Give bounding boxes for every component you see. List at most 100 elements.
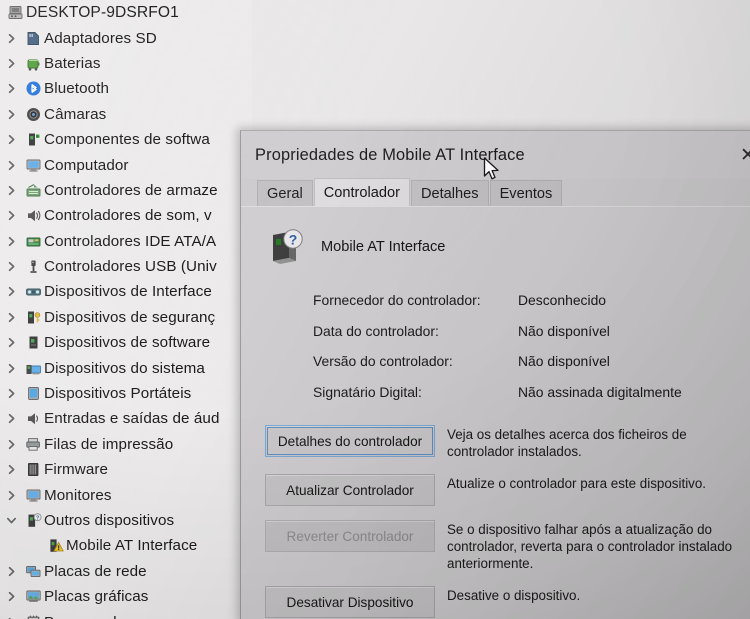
detalhes-do-controlador-button[interactable]: Detalhes do controlador xyxy=(265,425,435,457)
tree-item-placas-de-rede[interactable]: Placas de rede xyxy=(0,559,252,584)
chevron-right-icon[interactable] xyxy=(0,236,22,247)
chevron-right-icon[interactable] xyxy=(0,363,22,374)
unknown-device-icon: ? xyxy=(263,225,307,269)
action-row: Desativar Dispositivo Desative o disposit… xyxy=(265,586,750,618)
chevron-down-icon[interactable] xyxy=(0,515,22,526)
chevron-right-icon[interactable] xyxy=(0,160,22,171)
tree-item-firmware[interactable]: Firmware xyxy=(0,457,252,482)
tree-item-c-maras[interactable]: Câmaras xyxy=(0,102,252,127)
tree-item-componentes-de-softwa[interactable]: Componentes de softwa xyxy=(0,127,252,152)
tab-controlador[interactable]: Controlador xyxy=(313,178,410,206)
tree-item-controladores-de-som-v[interactable]: Controladores de som, v xyxy=(0,203,252,228)
tree-item-list: Adaptadores SD Baterias Bluetooth Câmaras Co… xyxy=(0,25,252,619)
tree-item-label: Processadores xyxy=(44,614,147,619)
tab-detalhes[interactable]: Detalhes xyxy=(410,180,489,206)
tree-item-label: Bluetooth xyxy=(44,80,110,98)
device-header: ? Mobile AT Interface xyxy=(241,207,750,269)
processor-icon xyxy=(22,614,44,619)
chevron-right-icon[interactable] xyxy=(0,83,22,94)
svg-text:?: ? xyxy=(289,232,298,248)
tree-item-label: Outros dispositivos xyxy=(44,512,175,529)
tree-item-placas-gr-ficas[interactable]: Placas gráficas xyxy=(0,584,252,609)
sound-icon xyxy=(22,207,44,224)
tree-item-label: Câmaras xyxy=(44,105,107,123)
atualizar-controlador-button[interactable]: Atualizar Controlador xyxy=(265,474,435,506)
tree-item-label: Dispositivos de software xyxy=(44,334,211,352)
tab-geral[interactable]: Geral xyxy=(257,180,313,206)
chevron-right-icon[interactable] xyxy=(0,464,22,475)
tree-item-controladores-usb-univ[interactable]: Controladores USB (Univ xyxy=(0,254,252,279)
tree-item-monitores[interactable]: Monitores xyxy=(0,482,252,507)
property-row: Signatário Digital: Não assinada digitalm… xyxy=(313,377,750,408)
warning-device-icon xyxy=(44,537,66,554)
chevron-right-icon[interactable] xyxy=(0,413,22,424)
chevron-right-icon[interactable] xyxy=(0,210,22,221)
chevron-right-icon[interactable] xyxy=(0,185,22,196)
tree-root-label: DESKTOP-9DSRFO1 xyxy=(26,3,179,21)
print-queue-icon xyxy=(22,436,44,453)
software-device-icon xyxy=(22,334,44,351)
tree-item-processadores[interactable]: Processadores xyxy=(0,609,252,619)
portable-device-icon xyxy=(22,385,44,402)
storage-controller-icon xyxy=(22,182,44,199)
desativar-dispositivo-button[interactable]: Desativar Dispositivo xyxy=(265,586,435,618)
dialog-tabs: Geral Controlador Detalhes Eventos xyxy=(241,178,750,206)
tree-item-controladores-de-armaze[interactable]: Controladores de armaze xyxy=(0,178,252,203)
tree-item-dispositivos-port-teis[interactable]: Dispositivos Portáteis xyxy=(0,381,252,406)
chevron-right-icon[interactable] xyxy=(0,337,22,348)
tree-item-computador[interactable]: Computador xyxy=(0,152,252,177)
chevron-right-icon[interactable] xyxy=(0,566,22,577)
property-value: Desconhecido xyxy=(518,292,607,309)
chevron-right-icon[interactable] xyxy=(0,388,22,399)
tab-eventos[interactable]: Eventos xyxy=(489,180,563,206)
chevron-right-icon[interactable] xyxy=(0,33,22,44)
tree-item-label: Dispositivos do sistema xyxy=(44,359,205,377)
tree-item-controladores-ide-ata-a[interactable]: Controladores IDE ATA/A xyxy=(0,229,252,254)
tree-item-dispositivos-do-sistema[interactable]: Dispositivos do sistema xyxy=(0,355,252,380)
tree-item-dispositivos-de-software[interactable]: Dispositivos de software xyxy=(0,330,252,355)
tree-item-dispositivos-de-seguran[interactable]: Dispositivos de seguranç xyxy=(0,305,252,330)
tree-item-dispositivos-de-interface[interactable]: Dispositivos de Interface xyxy=(0,279,252,304)
property-label: Data do controlador: xyxy=(313,322,439,339)
tree-item-label: Mobile AT Interface xyxy=(66,537,198,555)
chevron-right-icon[interactable] xyxy=(0,490,22,501)
tree-item-label: Controladores de armaze xyxy=(44,181,218,199)
action-description: Veja os detalhes acerca dos ficheiros de… xyxy=(447,427,687,459)
close-icon[interactable]: ✕ xyxy=(731,141,750,169)
svg-text:?: ? xyxy=(35,515,38,521)
chevron-right-icon[interactable] xyxy=(0,58,22,69)
display-adapter-icon xyxy=(22,588,44,605)
tree-item-outros-dispositivos[interactable]: ? Outros dispositivos xyxy=(0,508,252,533)
tree-item-adaptadores-sd[interactable]: Adaptadores SD xyxy=(0,25,252,50)
tree-item-bluetooth[interactable]: Bluetooth xyxy=(0,76,252,101)
chevron-right-icon[interactable] xyxy=(0,134,22,145)
tree-item-label: Baterias xyxy=(44,54,101,72)
tree-item-filas-de-impress-o[interactable]: Filas de impressão xyxy=(0,432,252,457)
tree-item-label: Controladores USB (Univ xyxy=(44,258,217,276)
action-row: Detalhes do controlador Veja os detalhes … xyxy=(265,425,750,460)
device-manager-tree[interactable]: DESKTOP-9DSRFO1 Adaptadores SD Baterias Bl… xyxy=(0,0,252,619)
tree-item-entradas-e-sa-das-de-ud[interactable]: Entradas e saídas de áud xyxy=(0,406,252,431)
tree-item-label: Placas gráficas xyxy=(44,588,149,606)
driver-properties-list: Fornecedor do controlador: Desconhecido Da… xyxy=(313,285,750,407)
chevron-right-icon[interactable] xyxy=(0,591,22,602)
chevron-right-icon[interactable] xyxy=(0,261,22,272)
chevron-right-icon[interactable] xyxy=(0,109,22,120)
monitor-icon xyxy=(22,487,44,504)
chevron-right-icon[interactable] xyxy=(0,286,22,297)
property-label: Versão do controlador: xyxy=(313,353,453,370)
tree-root-node[interactable]: DESKTOP-9DSRFO1 xyxy=(0,0,252,25)
dialog-titlebar[interactable]: Propriedades de Mobile AT Interface ✕ xyxy=(241,131,750,179)
chevron-right-icon[interactable] xyxy=(0,312,22,323)
usb-icon xyxy=(22,258,44,275)
tree-item-baterias[interactable]: Baterias xyxy=(0,51,252,76)
system-device-icon xyxy=(22,360,44,377)
chevron-right-icon[interactable] xyxy=(0,439,22,450)
tree-item-label: Firmware xyxy=(44,461,109,479)
network-adapter-icon xyxy=(22,563,44,580)
tree-item-label: Filas de impressão xyxy=(44,435,174,453)
properties-dialog: Propriedades de Mobile AT Interface ✕ Ge… xyxy=(240,130,750,619)
property-row: Versão do controlador: Não disponível xyxy=(313,346,750,377)
camera-icon xyxy=(22,106,44,123)
tree-item-mobile-at-interface[interactable]: Mobile AT Interface xyxy=(0,533,252,558)
